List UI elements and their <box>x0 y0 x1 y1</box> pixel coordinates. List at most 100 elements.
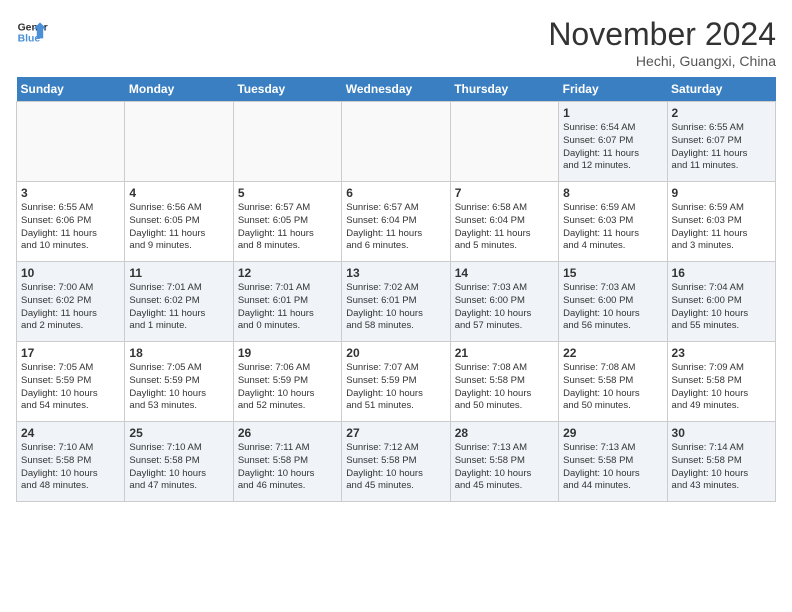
day-info: Sunrise: 7:06 AM Sunset: 5:59 PM Dayligh… <box>238 362 337 413</box>
weekday-header-thursday: Thursday <box>450 77 558 102</box>
calendar-week-5: 24 Sunrise: 7:10 AM Sunset: 5:58 PM Dayli… <box>17 422 776 502</box>
day-info: Sunrise: 6:59 AM Sunset: 6:03 PM Dayligh… <box>672 202 771 253</box>
day-info: Sunrise: 7:10 AM Sunset: 5:58 PM Dayligh… <box>21 442 120 493</box>
calendar-cell: 22 Sunrise: 7:08 AM Sunset: 5:58 PM Dayli… <box>559 342 667 422</box>
day-info: Sunrise: 7:05 AM Sunset: 5:59 PM Dayligh… <box>129 362 228 413</box>
day-info: Sunrise: 7:08 AM Sunset: 5:58 PM Dayligh… <box>455 362 554 413</box>
calendar-cell: 14 Sunrise: 7:03 AM Sunset: 6:00 PM Dayli… <box>450 262 558 342</box>
calendar-cell: 17 Sunrise: 7:05 AM Sunset: 5:59 PM Dayli… <box>17 342 125 422</box>
weekday-header-tuesday: Tuesday <box>233 77 341 102</box>
day-number: 5 <box>238 186 337 200</box>
calendar-cell: 27Sunrise: 7:12 AM Sunset: 5:58 PM Dayli… <box>342 422 450 502</box>
calendar-cell: 13 Sunrise: 7:02 AM Sunset: 6:01 PM Dayli… <box>342 262 450 342</box>
day-number: 20 <box>346 346 445 360</box>
calendar-cell: 10Sunrise: 7:00 AM Sunset: 6:02 PM Dayli… <box>17 262 125 342</box>
day-number: 17 <box>21 346 120 360</box>
calendar-week-2: 3 Sunrise: 6:55 AM Sunset: 6:06 PM Daylig… <box>17 182 776 262</box>
day-info: Sunrise: 7:05 AM Sunset: 5:59 PM Dayligh… <box>21 362 120 413</box>
logo-icon: General Blue <box>16 16 48 48</box>
day-number: 27 <box>346 426 445 440</box>
calendar-cell: 20 Sunrise: 7:07 AM Sunset: 5:59 PM Dayli… <box>342 342 450 422</box>
day-info: Sunrise: 6:57 AM Sunset: 6:04 PM Dayligh… <box>346 202 445 253</box>
calendar-cell: 12 Sunrise: 7:01 AM Sunset: 6:01 PM Dayli… <box>233 262 341 342</box>
calendar-week-1: 1 Sunrise: 6:54 AM Sunset: 6:07 PM Daylig… <box>17 102 776 182</box>
day-number: 24 <box>21 426 120 440</box>
calendar-cell <box>233 102 341 182</box>
day-number: 21 <box>455 346 554 360</box>
day-info: Sunrise: 7:07 AM Sunset: 5:59 PM Dayligh… <box>346 362 445 413</box>
day-number: 22 <box>563 346 662 360</box>
day-info: Sunrise: 7:02 AM Sunset: 6:01 PM Dayligh… <box>346 282 445 333</box>
day-number: 6 <box>346 186 445 200</box>
calendar-cell: 30Sunrise: 7:14 AM Sunset: 5:58 PM Dayli… <box>667 422 775 502</box>
day-info: Sunrise: 7:13 AM Sunset: 5:58 PM Dayligh… <box>455 442 554 493</box>
calendar-cell: 26 Sunrise: 7:11 AM Sunset: 5:58 PM Dayli… <box>233 422 341 502</box>
calendar-cell: 25Sunrise: 7:10 AM Sunset: 5:58 PM Dayli… <box>125 422 233 502</box>
calendar-cell: 11 Sunrise: 7:01 AM Sunset: 6:02 PM Dayli… <box>125 262 233 342</box>
day-number: 12 <box>238 266 337 280</box>
calendar-cell: 23 Sunrise: 7:09 AM Sunset: 5:58 PM Dayli… <box>667 342 775 422</box>
calendar-cell: 9 Sunrise: 6:59 AM Sunset: 6:03 PM Daylig… <box>667 182 775 262</box>
logo: General Blue <box>16 16 48 48</box>
calendar-cell: 3 Sunrise: 6:55 AM Sunset: 6:06 PM Daylig… <box>17 182 125 262</box>
day-info: Sunrise: 7:14 AM Sunset: 5:58 PM Dayligh… <box>672 442 771 493</box>
calendar-cell: 29Sunrise: 7:13 AM Sunset: 5:58 PM Dayli… <box>559 422 667 502</box>
weekday-header-monday: Monday <box>125 77 233 102</box>
calendar-cell: 1 Sunrise: 6:54 AM Sunset: 6:07 PM Daylig… <box>559 102 667 182</box>
day-number: 29 <box>563 426 662 440</box>
day-number: 7 <box>455 186 554 200</box>
calendar-cell <box>450 102 558 182</box>
day-info: Sunrise: 6:54 AM Sunset: 6:07 PM Dayligh… <box>563 122 662 173</box>
calendar-week-3: 10Sunrise: 7:00 AM Sunset: 6:02 PM Dayli… <box>17 262 776 342</box>
weekday-header-saturday: Saturday <box>667 77 775 102</box>
calendar-cell: 6 Sunrise: 6:57 AM Sunset: 6:04 PM Daylig… <box>342 182 450 262</box>
day-info: Sunrise: 7:10 AM Sunset: 5:58 PM Dayligh… <box>129 442 228 493</box>
weekday-header-friday: Friday <box>559 77 667 102</box>
day-number: 23 <box>672 346 771 360</box>
day-number: 26 <box>238 426 337 440</box>
calendar-cell: 4 Sunrise: 6:56 AM Sunset: 6:05 PM Daylig… <box>125 182 233 262</box>
day-number: 3 <box>21 186 120 200</box>
day-info: Sunrise: 7:00 AM Sunset: 6:02 PM Dayligh… <box>21 282 120 333</box>
day-info: Sunrise: 6:59 AM Sunset: 6:03 PM Dayligh… <box>563 202 662 253</box>
day-number: 28 <box>455 426 554 440</box>
day-info: Sunrise: 6:55 AM Sunset: 6:07 PM Dayligh… <box>672 122 771 173</box>
calendar-cell: 16Sunrise: 7:04 AM Sunset: 6:00 PM Dayli… <box>667 262 775 342</box>
page-header: General Blue November 2024 Hechi, Guangx… <box>16 16 776 69</box>
day-info: Sunrise: 6:57 AM Sunset: 6:05 PM Dayligh… <box>238 202 337 253</box>
title-block: November 2024 Hechi, Guangxi, China <box>548 16 776 69</box>
calendar-week-4: 17 Sunrise: 7:05 AM Sunset: 5:59 PM Dayli… <box>17 342 776 422</box>
day-info: Sunrise: 7:03 AM Sunset: 6:00 PM Dayligh… <box>563 282 662 333</box>
day-number: 9 <box>672 186 771 200</box>
day-number: 1 <box>563 106 662 120</box>
calendar-cell <box>342 102 450 182</box>
day-info: Sunrise: 7:04 AM Sunset: 6:00 PM Dayligh… <box>672 282 771 333</box>
day-number: 8 <box>563 186 662 200</box>
calendar-cell: 28 Sunrise: 7:13 AM Sunset: 5:58 PM Dayli… <box>450 422 558 502</box>
calendar-cell <box>17 102 125 182</box>
day-number: 13 <box>346 266 445 280</box>
day-info: Sunrise: 6:56 AM Sunset: 6:05 PM Dayligh… <box>129 202 228 253</box>
day-number: 15 <box>563 266 662 280</box>
day-info: Sunrise: 7:11 AM Sunset: 5:58 PM Dayligh… <box>238 442 337 493</box>
calendar-cell: 5 Sunrise: 6:57 AM Sunset: 6:05 PM Daylig… <box>233 182 341 262</box>
calendar-cell: 15 Sunrise: 7:03 AM Sunset: 6:00 PM Dayli… <box>559 262 667 342</box>
location: Hechi, Guangxi, China <box>548 53 776 69</box>
weekday-header-sunday: Sunday <box>17 77 125 102</box>
day-number: 11 <box>129 266 228 280</box>
calendar-table: SundayMondayTuesdayWednesdayThursdayFrid… <box>16 77 776 502</box>
day-number: 14 <box>455 266 554 280</box>
day-number: 19 <box>238 346 337 360</box>
day-number: 4 <box>129 186 228 200</box>
day-info: Sunrise: 7:01 AM Sunset: 6:01 PM Dayligh… <box>238 282 337 333</box>
month-title: November 2024 <box>548 16 776 53</box>
weekday-header-wednesday: Wednesday <box>342 77 450 102</box>
day-info: Sunrise: 7:03 AM Sunset: 6:00 PM Dayligh… <box>455 282 554 333</box>
day-info: Sunrise: 6:55 AM Sunset: 6:06 PM Dayligh… <box>21 202 120 253</box>
calendar-cell: 19 Sunrise: 7:06 AM Sunset: 5:59 PM Dayli… <box>233 342 341 422</box>
day-number: 2 <box>672 106 771 120</box>
day-info: Sunrise: 7:01 AM Sunset: 6:02 PM Dayligh… <box>129 282 228 333</box>
calendar-cell: 24 Sunrise: 7:10 AM Sunset: 5:58 PM Dayli… <box>17 422 125 502</box>
day-info: Sunrise: 7:09 AM Sunset: 5:58 PM Dayligh… <box>672 362 771 413</box>
day-info: Sunrise: 7:08 AM Sunset: 5:58 PM Dayligh… <box>563 362 662 413</box>
